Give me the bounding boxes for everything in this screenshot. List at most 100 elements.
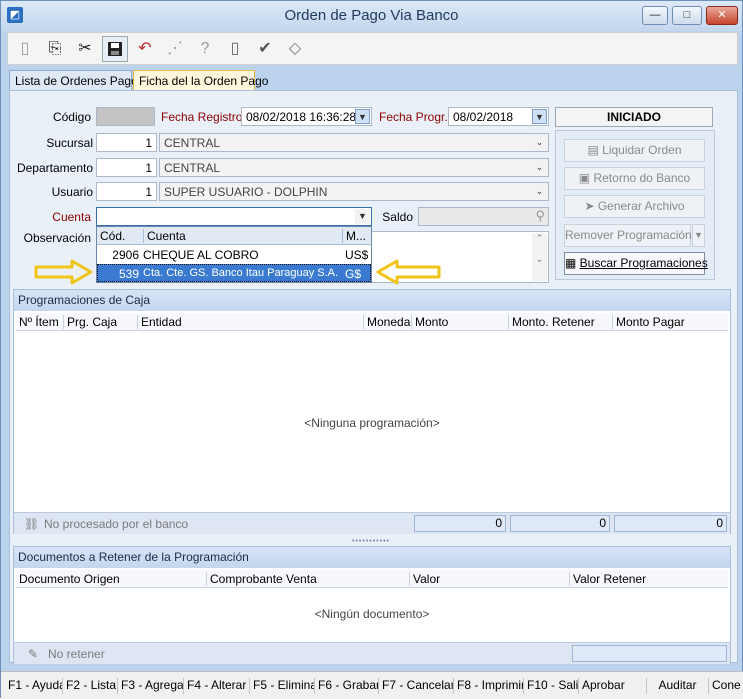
fecha-prog-field[interactable]: 08/02/2018 ▼: [448, 107, 549, 126]
no-procesado-label: No procesado por el banco: [44, 517, 189, 531]
tab-ficha-orden[interactable]: Ficha del la Orden Pago: [133, 70, 268, 90]
cuenta-dropdown-list: Cód. Cuenta M... 2906 CHEQUE AL COBRO US…: [96, 226, 372, 283]
usuario-name: SUPER USUARIO - DOLPHIN: [164, 185, 328, 199]
usuario-label: Usuario: [51, 185, 93, 199]
col-valor-retener[interactable]: Valor Retener: [569, 572, 646, 586]
departamento-select[interactable]: CENTRAL ⌄: [159, 158, 549, 177]
conectar-key[interactable]: Cone: [709, 678, 743, 694]
col-monto-pagar[interactable]: Monto Pagar: [612, 315, 685, 329]
cuenta-combo[interactable]: ▼: [96, 207, 372, 226]
generar-archivo-button[interactable]: ➤ Generar Archivo: [564, 195, 705, 218]
chevron-down-icon[interactable]: ▼: [355, 109, 370, 124]
aprobar-key[interactable]: Aprobar: [579, 678, 647, 694]
f6-save-key[interactable]: F6 - Grabar: [315, 678, 379, 694]
retorno-banco-button[interactable]: ▣ Retorno do Banco: [564, 167, 705, 190]
chevron-down-icon[interactable]: ⌄: [532, 160, 547, 175]
no-retener-label: No retener: [48, 647, 105, 661]
dropdown-item[interactable]: 2906 CHEQUE AL COBRO US$: [97, 246, 371, 264]
window-title: Orden de Pago Via Banco: [284, 7, 459, 24]
col-entidad[interactable]: Entidad: [137, 315, 182, 329]
programaciones-section: Programaciones de Caja Nº Ítem Prg. Caja…: [13, 289, 731, 534]
programaciones-title: Programaciones de Caja: [14, 290, 730, 311]
auditar-key[interactable]: Auditar: [647, 678, 709, 694]
usuario-select[interactable]: SUPER USUARIO - DOLPHIN ⌄: [159, 182, 549, 201]
col-valor[interactable]: Valor: [409, 572, 440, 586]
dd-col-cuenta: Cuenta: [143, 229, 186, 243]
codigo-field[interactable]: [96, 107, 155, 126]
status-badge: INICIADO: [555, 107, 713, 127]
departamento-name: CENTRAL: [164, 161, 221, 175]
chevron-down-icon[interactable]: ⌄: [532, 135, 547, 150]
col-monto-retener[interactable]: Monto. Retener: [508, 315, 595, 329]
scrollbar[interactable]: ⌃ ⌄: [532, 233, 547, 281]
documentos-header: Documento Origen Comprobante Venta Valor…: [16, 570, 728, 588]
check-icon[interactable]: ✔: [252, 36, 278, 62]
search-icon[interactable]: ⚲: [535, 208, 545, 224]
chevron-down-icon[interactable]: ⌄: [532, 184, 547, 199]
chevron-down-icon[interactable]: ▼: [532, 109, 547, 124]
liquidar-icon: ▤: [587, 143, 603, 157]
bank-icon: ⛓: [24, 517, 40, 531]
chevron-down-icon[interactable]: ▼: [355, 209, 370, 224]
total-retener: 0: [510, 515, 610, 532]
departamento-label: Departamento: [16, 161, 93, 175]
fecha-prog-label: Fecha Progr.: [379, 110, 448, 124]
cuenta-label: Cuenta: [52, 210, 91, 224]
col-monto[interactable]: Monto: [411, 315, 448, 329]
buscar-programaciones-button[interactable]: ▦ Buscar Programaciones: [564, 252, 708, 275]
save-icon[interactable]: [102, 36, 128, 62]
remover-programacion-button[interactable]: Remover Programación: [564, 224, 692, 247]
undo-icon[interactable]: ↶: [132, 36, 158, 62]
col-moneda[interactable]: Moneda: [363, 315, 410, 329]
f1-help-key[interactable]: F1 - Ayuda: [5, 678, 63, 694]
programaciones-empty: <Ninguna programación>: [304, 416, 440, 430]
main-window: ◩ Orden de Pago Via Banco — □ ✕ ▯ ⎘ ✂ ↶ …: [0, 0, 743, 699]
col-n-item[interactable]: Nº Ítem: [16, 315, 59, 329]
departamento-code-field[interactable]: 1: [96, 158, 157, 177]
f2-list-key[interactable]: F2 - Lista: [63, 678, 118, 694]
f8-print-key[interactable]: F8 - Imprimir: [454, 678, 524, 694]
new-icon[interactable]: ▯: [12, 36, 38, 62]
sucursal-select[interactable]: CENTRAL ⌄: [159, 133, 549, 152]
sucursal-code-field[interactable]: 1: [96, 133, 157, 152]
saldo-field: ⚲: [418, 207, 549, 226]
dropdown-header: Cód. Cuenta M...: [97, 227, 371, 245]
f4-edit-key[interactable]: F4 - Alterar: [184, 678, 250, 694]
highlight-arrow-left-icon: [376, 259, 441, 285]
function-key-bar: F1 - Ayuda F2 - Lista F3 - Agregar F4 - …: [1, 671, 743, 699]
total-monto: 0: [414, 515, 506, 532]
fecha-prog-value: 08/02/2018: [453, 110, 514, 124]
splitter[interactable]: •••••••••••: [341, 538, 401, 545]
chevron-down-icon[interactable]: ▼: [692, 224, 705, 247]
usuario-code-field[interactable]: 1: [96, 182, 157, 201]
liquidar-orden-button[interactable]: ▤ Liquidar Orden: [564, 139, 705, 162]
col-prg-caja[interactable]: Prg. Caja: [63, 315, 117, 329]
generar-icon: ➤: [584, 199, 598, 213]
f7-cancel-key[interactable]: F7 - Cancelar: [379, 678, 454, 694]
dropdown-item-selected[interactable]: 539 Cta. Cte. GS. Banco Itau Paraguay S.…: [97, 264, 371, 282]
delete-icon[interactable]: ✂: [72, 36, 98, 62]
observacion-label: Observación: [23, 231, 91, 245]
col-comprobante-venta[interactable]: Comprobante Venta: [206, 572, 317, 586]
print-icon[interactable]: ▯: [222, 36, 248, 62]
copy-icon[interactable]: ⎘: [42, 36, 68, 62]
dd-col-cod: Cód.: [100, 229, 126, 243]
programaciones-footer: ⛓ No procesado por el banco 0 0 0: [14, 512, 730, 534]
total-valor-retener: [572, 645, 727, 662]
f10-exit-key[interactable]: F10 - Salir: [524, 678, 579, 694]
highlight-arrow-right-icon: [34, 259, 93, 285]
programaciones-header: Nº Ítem Prg. Caja Entidad Moneda Monto M…: [16, 313, 728, 331]
documentos-footer: ✎ No retener: [14, 642, 730, 664]
minimize-button[interactable]: —: [642, 6, 668, 25]
eraser-icon[interactable]: ◇: [282, 36, 308, 62]
col-documento-origen[interactable]: Documento Origen: [16, 572, 120, 586]
total-pagar: 0: [614, 515, 727, 532]
f5-delete-key[interactable]: F5 - Eliminar: [250, 678, 315, 694]
search-icon[interactable]: ⋰: [162, 36, 188, 62]
fecha-registro-field[interactable]: 08/02/2018 16:36:28 ▼: [241, 107, 372, 126]
maximize-button[interactable]: □: [672, 6, 702, 25]
help-icon[interactable]: ?: [192, 36, 218, 62]
close-button[interactable]: ✕: [706, 6, 738, 25]
f3-add-key[interactable]: F3 - Agregar: [118, 678, 184, 694]
tab-lista-ordenes[interactable]: Lista de Ordenes Pago: [9, 70, 138, 90]
